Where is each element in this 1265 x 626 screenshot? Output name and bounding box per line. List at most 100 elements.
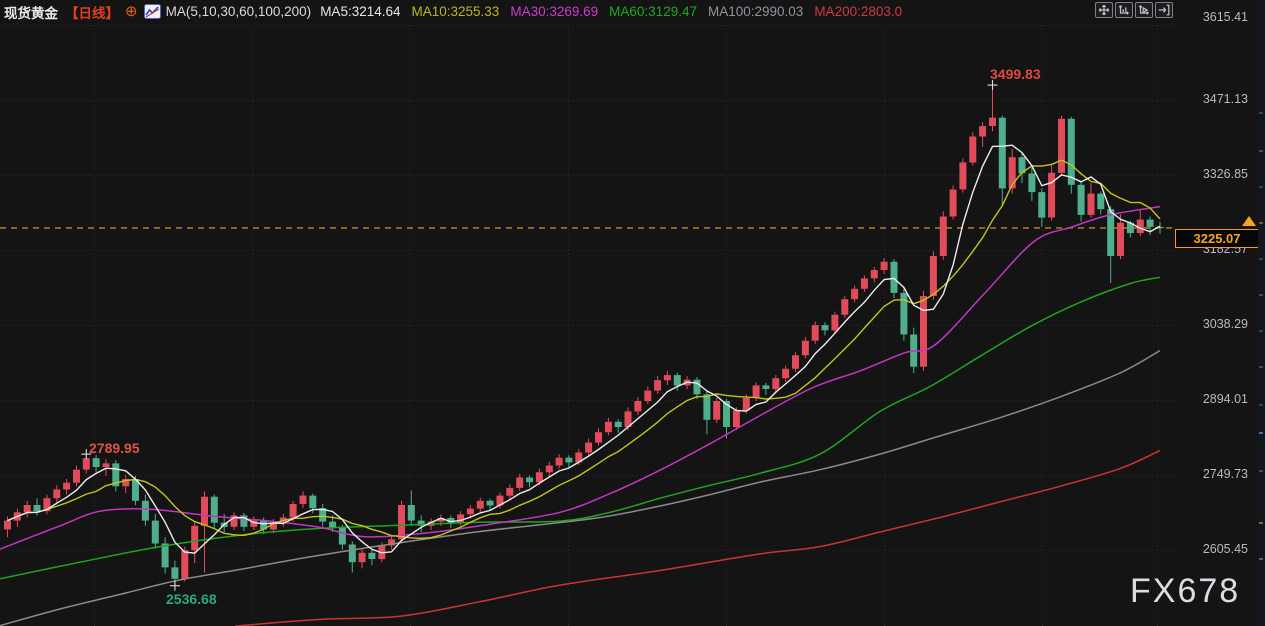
axis-label: 3615.41	[1202, 10, 1248, 24]
candle-body	[742, 397, 750, 411]
edge-speck	[1259, 222, 1263, 224]
candle-body	[673, 375, 681, 386]
candle-body	[939, 216, 947, 256]
candle-body	[693, 379, 701, 395]
candle-body	[53, 489, 61, 499]
price-annotation: 2536.68	[166, 591, 217, 607]
candle-body	[1058, 118, 1065, 173]
candle-body	[486, 500, 494, 506]
candle-body	[920, 296, 927, 367]
candle-body	[811, 325, 819, 341]
right-edge-strip	[1258, 0, 1265, 626]
chart-toolbar	[1095, 2, 1173, 18]
candle-body	[398, 505, 405, 540]
price-annotation: 2789.95	[89, 440, 140, 456]
axis-label: 3471.13	[1202, 91, 1248, 106]
candle-body	[959, 162, 967, 190]
candle-body	[841, 299, 849, 315]
candle-body	[703, 394, 711, 420]
candle-body	[713, 401, 721, 420]
candle-body	[82, 458, 90, 470]
candle-body	[181, 550, 189, 579]
ma-values: MA5:3214.64 MA10:3255.33 MA30:3269.69 MA60:…	[320, 4, 913, 19]
price-axis[interactable]: 3615.41 3471.13 3326.85 3182.57 3038.29 2894.…	[1178, 0, 1254, 626]
axis-play-icon[interactable]	[1135, 2, 1153, 18]
candle-body	[851, 288, 859, 300]
candle-body	[831, 314, 839, 331]
candle-body	[526, 477, 533, 483]
gridlines	[0, 25, 1176, 626]
candle-body	[466, 508, 474, 515]
edge-speck	[1259, 404, 1263, 406]
candle-body	[476, 500, 484, 509]
ma-line-ma100	[0, 349, 1161, 626]
ma-line-ma60	[0, 276, 1161, 580]
candle-body	[309, 495, 317, 509]
candle-body	[555, 457, 563, 466]
candle-body	[732, 410, 740, 427]
candle-body	[348, 544, 356, 563]
edge-speck	[1259, 522, 1263, 524]
candle-body	[92, 458, 100, 467]
candle-body	[979, 126, 987, 137]
candle-body	[870, 270, 878, 279]
ma5-value: MA5:3214.64	[320, 4, 401, 19]
axis-zoom-icon[interactable]	[1115, 2, 1133, 18]
chart-header: 现货黄金 【日线】 ⊕ MA(5,10,30,60,100,200) MA5:3…	[4, 2, 913, 21]
ma100-value: MA100:2990.03	[707, 4, 804, 19]
candle-body	[23, 505, 31, 513]
candle-body	[969, 136, 977, 163]
axis-label: 2894.01	[1202, 391, 1248, 406]
candle-body	[201, 496, 208, 526]
candle-body	[595, 432, 602, 443]
candle-body	[4, 520, 11, 530]
price-annotation: 3499.83	[990, 66, 1041, 82]
candle-body	[1087, 193, 1095, 215]
ma-line-ma10	[7, 159, 1161, 540]
candle-body	[545, 465, 553, 473]
candle-body	[1028, 173, 1036, 193]
candles	[4, 85, 1164, 586]
axis-label: 3326.85	[1202, 166, 1248, 181]
candle-body	[585, 442, 593, 453]
candle-body	[338, 527, 346, 545]
price-up-arrow-icon	[1242, 216, 1256, 226]
ma10-value: MA10:3255.33	[411, 4, 500, 19]
candle-body	[1097, 193, 1105, 210]
candle-body	[644, 390, 652, 401]
export-icon[interactable]	[1155, 2, 1173, 18]
ma-line-ma200	[234, 449, 1161, 626]
candle-body	[1146, 219, 1154, 227]
chart-type-icon[interactable]	[143, 4, 161, 19]
candle-body	[792, 355, 799, 369]
axis-label: 2749.73	[1202, 466, 1248, 481]
candle-body	[998, 117, 1006, 189]
candle-body	[171, 567, 179, 579]
edge-speck	[1259, 258, 1263, 260]
chart-window: 现货黄金 【日线】 ⊕ MA(5,10,30,60,100,200) MA5:3…	[0, 0, 1265, 626]
watermark: FX678	[1130, 572, 1241, 610]
candle-body	[151, 520, 159, 544]
candle-body	[299, 495, 307, 504]
candle-body	[1077, 184, 1085, 215]
edge-speck	[1259, 294, 1263, 296]
candle-body	[358, 552, 366, 563]
compare-add-icon[interactable]: ⊕	[125, 4, 138, 19]
candle-body	[73, 469, 80, 483]
ma60-value: MA60:3129.47	[609, 4, 697, 19]
candle-body	[614, 421, 622, 427]
ma-line-ma5	[7, 144, 1161, 554]
candle-body	[752, 385, 760, 398]
edge-speck	[1259, 432, 1263, 434]
pan-icon[interactable]	[1095, 2, 1113, 18]
candle-body	[949, 189, 957, 217]
candle-body	[880, 261, 888, 270]
candle-body	[782, 368, 790, 379]
ma-group-label: MA(5,10,30,60,100,200)	[165, 4, 312, 19]
candle-body	[33, 505, 41, 512]
candle-body	[604, 421, 612, 433]
period-label[interactable]: 【日线】	[65, 2, 119, 22]
edge-speck	[1259, 150, 1263, 152]
axis-label: 3038.29	[1202, 316, 1248, 331]
chart-canvas[interactable]	[0, 0, 1265, 626]
